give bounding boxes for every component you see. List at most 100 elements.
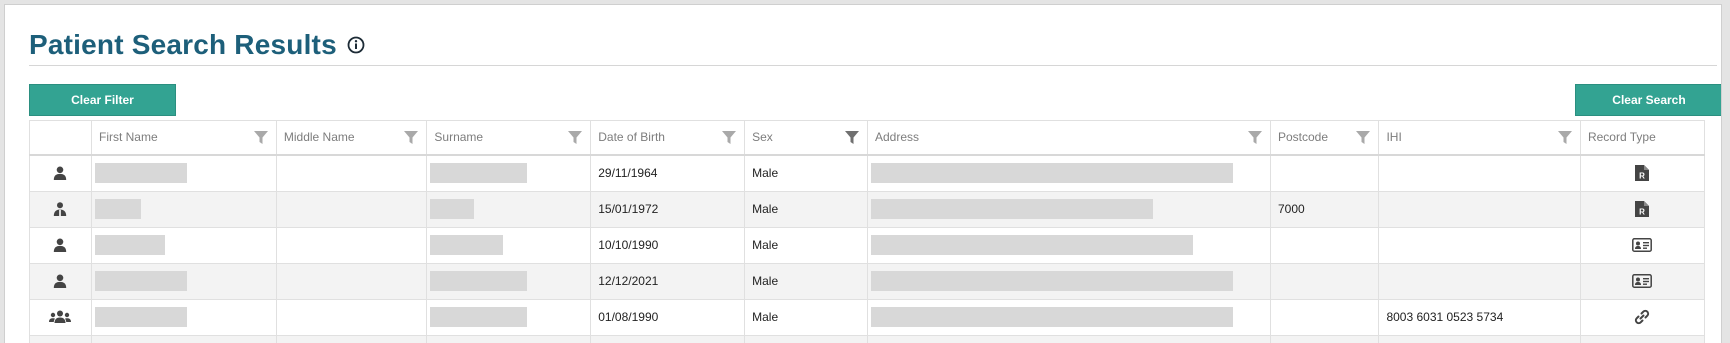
filter-icon[interactable] [253, 131, 268, 145]
postcode-cell [1269, 226, 1380, 264]
dob-cell: 01/08/1990 [590, 298, 746, 336]
column-label: First Name [98, 130, 158, 145]
redacted-block [871, 163, 1233, 183]
redacted-block [430, 163, 528, 183]
column-label: Postcode [1277, 130, 1329, 145]
clear-filter-button[interactable]: Clear Filter [29, 84, 176, 116]
table-row[interactable]: 01/08/1990 Male 8003 6031 0523 5734 [29, 298, 1706, 336]
middle-name-cell [275, 262, 428, 300]
redacted-block [871, 235, 1193, 255]
column-label: Date of Birth [598, 130, 665, 145]
first-name-cell [90, 226, 277, 264]
postcode-cell [1269, 262, 1380, 300]
prescription-document-icon[interactable]: R [1579, 154, 1706, 192]
column-label: Surname [434, 130, 484, 145]
filter-icon[interactable] [404, 131, 419, 145]
column-header-sex[interactable]: Sex [744, 120, 868, 156]
redacted-block [871, 307, 1233, 327]
id-card-icon[interactable] [1579, 262, 1706, 300]
address-cell [867, 262, 1271, 300]
sex-cell: Male [744, 154, 868, 192]
table-cell [1579, 334, 1706, 343]
table-cell [867, 334, 1271, 343]
table-header-row: First Name Middle Name Surname Date of B… [29, 120, 1706, 156]
redacted-block [94, 271, 187, 291]
middle-name-cell [275, 298, 428, 336]
ihi-cell [1378, 262, 1581, 300]
column-label: Middle Name [283, 130, 355, 145]
address-cell [867, 226, 1271, 264]
sex-cell: Male [744, 190, 868, 228]
svg-text:R: R [1640, 208, 1646, 217]
column-header-first-name[interactable]: First Name [90, 120, 277, 156]
table-row[interactable]: 12/12/2021 Male [29, 262, 1706, 300]
ihi-cell [1378, 226, 1581, 264]
filter-active-icon[interactable] [845, 131, 859, 145]
column-header-surname[interactable]: Surname [426, 120, 592, 156]
redacted-block [430, 235, 504, 255]
column-label: Record Type [1587, 130, 1656, 145]
ihi-cell: 8003 6031 0523 5734 [1378, 298, 1581, 336]
middle-name-cell [275, 226, 428, 264]
address-cell [867, 190, 1271, 228]
surname-cell [426, 262, 592, 300]
filter-icon[interactable] [568, 131, 583, 145]
column-header-date-of-birth[interactable]: Date of Birth [590, 120, 746, 156]
column-label: IHI [1386, 130, 1402, 145]
column-label: Sex [752, 130, 773, 145]
first-name-cell [90, 298, 277, 336]
column-header-postcode[interactable]: Postcode [1269, 120, 1380, 156]
table-cell [426, 334, 592, 343]
middle-name-cell [275, 154, 428, 192]
person-alert-icon [29, 190, 92, 228]
redacted-block [871, 199, 1153, 219]
redacted-block [94, 199, 141, 219]
first-name-cell [90, 190, 277, 228]
patient-results-table: First Name Middle Name Surname Date of B… [29, 120, 1706, 343]
dob-cell: 29/11/1964 [590, 154, 746, 192]
sex-cell: Male [744, 226, 868, 264]
ihi-cell [1378, 190, 1581, 228]
table-row[interactable]: 29/11/1964 Male R [29, 154, 1706, 192]
redacted-block [94, 307, 187, 327]
table-row[interactable] [29, 334, 1706, 343]
surname-cell [426, 190, 592, 228]
first-name-cell [90, 262, 277, 300]
column-header-middle-name[interactable]: Middle Name [275, 120, 428, 156]
ihi-cell [1378, 154, 1581, 192]
column-header-record-type[interactable]: Record Type [1579, 120, 1706, 156]
table-cell [1269, 334, 1380, 343]
title-divider [29, 65, 1717, 66]
table-row[interactable]: 10/10/1990 Male [29, 226, 1706, 264]
filter-icon[interactable] [1247, 131, 1262, 145]
surname-cell [426, 298, 592, 336]
table-cell [90, 334, 277, 343]
id-card-icon[interactable] [1579, 226, 1706, 264]
table-row[interactable]: 15/01/1972 Male 7000 R [29, 190, 1706, 228]
sex-cell: Male [744, 262, 868, 300]
table-cell [590, 334, 746, 343]
link-icon[interactable] [1579, 298, 1706, 336]
column-header-ihi[interactable]: IHI [1378, 120, 1581, 156]
address-cell [867, 154, 1271, 192]
page-title: Patient Search Results [29, 29, 337, 60]
column-header-address[interactable]: Address [867, 120, 1271, 156]
filter-icon[interactable] [1557, 131, 1572, 145]
table-cell [275, 334, 428, 343]
info-icon[interactable] [347, 36, 365, 54]
dob-cell: 12/12/2021 [590, 262, 746, 300]
postcode-cell [1269, 298, 1380, 336]
people-group-icon [29, 298, 92, 336]
clear-search-button[interactable]: Clear Search [1575, 84, 1721, 116]
column-header-icon [29, 120, 92, 156]
middle-name-cell [275, 190, 428, 228]
table-cell [1378, 334, 1581, 343]
redacted-block [871, 271, 1233, 291]
surname-cell [426, 226, 592, 264]
redacted-block [430, 307, 528, 327]
redacted-block [94, 235, 165, 255]
filter-icon[interactable] [722, 131, 737, 145]
filter-icon[interactable] [1356, 131, 1371, 145]
prescription-document-icon[interactable]: R [1579, 190, 1706, 228]
title-row: Patient Search Results [29, 25, 365, 65]
